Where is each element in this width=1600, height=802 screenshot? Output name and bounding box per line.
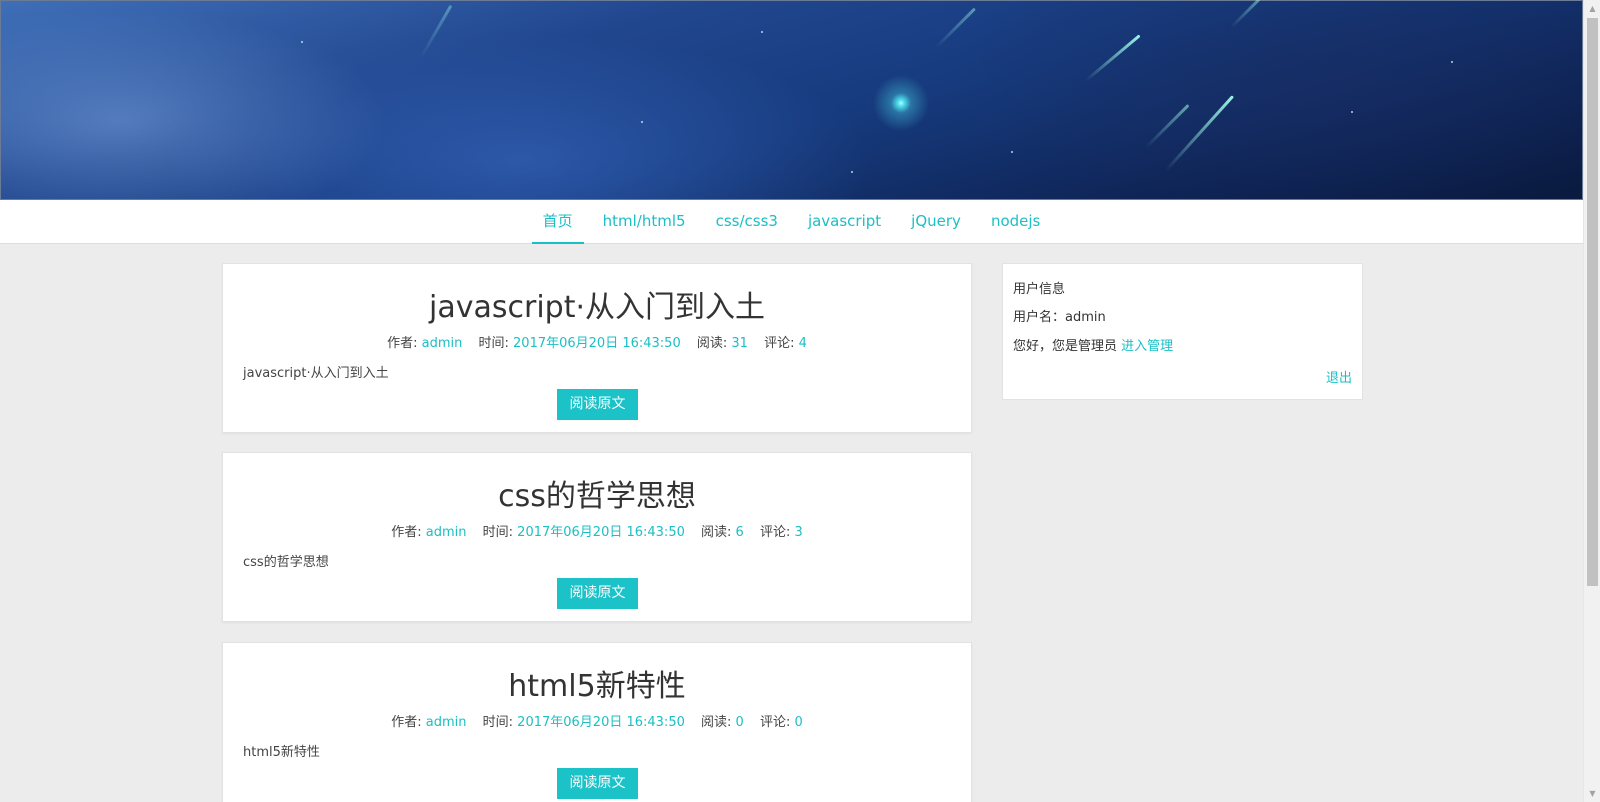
article-summary: css的哲学思想 <box>243 555 329 570</box>
time-value: 2017年06月20日 16:43:50 <box>517 525 685 540</box>
author-label: 作者: <box>391 525 422 540</box>
reads-value: 31 <box>731 336 748 351</box>
scroll-down-icon[interactable]: ▼ <box>1584 785 1600 802</box>
scroll-thumb[interactable] <box>1587 18 1598 586</box>
nav-item-nodejs[interactable]: nodejs <box>980 200 1051 244</box>
reads-value: 0 <box>735 715 744 730</box>
vertical-scrollbar[interactable]: ▲ ▼ <box>1583 0 1600 802</box>
main-nav: 首页 html/html5 css/css3 javascript jQuery… <box>0 200 1583 244</box>
article-card: css的哲学思想 作者: admin 时间: 2017年06月20日 16:43… <box>222 452 972 622</box>
comments-label: 评论: <box>764 336 795 351</box>
author-value: admin <box>421 336 463 351</box>
enter-admin-link[interactable]: 进入管理 <box>1121 339 1173 354</box>
author-value: admin <box>425 715 467 730</box>
article-title[interactable]: javascript·从入门到入土 <box>223 282 971 326</box>
article-title[interactable]: css的哲学思想 <box>223 471 971 515</box>
article-summary: javascript·从入门到入土 <box>243 366 389 381</box>
username-value: admin <box>1065 310 1106 325</box>
user-info-heading: 用户信息 <box>1013 282 1066 297</box>
nav-items: 首页 html/html5 css/css3 javascript jQuery… <box>0 200 1583 244</box>
time-value: 2017年06月20日 16:43:50 <box>513 336 681 351</box>
article-card: html5新特性 作者: admin 时间: 2017年06月20日 16:43… <box>222 642 972 802</box>
user-info-panel: 用户信息 用户名：admin 您好，您是管理员 进入管理 退出 <box>1002 263 1363 400</box>
author-label: 作者: <box>387 336 418 351</box>
nav-item-javascript[interactable]: javascript <box>797 200 892 244</box>
time-label: 时间: <box>482 525 514 540</box>
nav-item-css[interactable]: css/css3 <box>705 200 789 244</box>
scroll-up-icon[interactable]: ▲ <box>1584 0 1600 17</box>
page: 首页 html/html5 css/css3 javascript jQuery… <box>0 0 1583 802</box>
article-meta: 作者: admin 时间: 2017年06月20日 16:43:50 阅读: 3… <box>223 332 971 351</box>
header-banner-image <box>0 0 1583 200</box>
read-more-button[interactable]: 阅读原文 <box>557 768 638 799</box>
reads-label: 阅读: <box>701 525 732 540</box>
article-card: javascript·从入门到入土 作者: admin 时间: 2017年06月… <box>222 263 972 433</box>
admin-greeting: 您好，您是管理员 <box>1013 339 1118 354</box>
comments-value: 0 <box>794 715 803 730</box>
author-label: 作者: <box>391 715 422 730</box>
reads-label: 阅读: <box>696 336 728 351</box>
author-value: admin <box>425 525 467 540</box>
time-label: 时间: <box>478 336 509 351</box>
username-label: 用户名： <box>1013 310 1066 325</box>
time-value: 2017年06月20日 16:43:50 <box>517 715 685 730</box>
read-more-button[interactable]: 阅读原文 <box>557 389 638 420</box>
article-title[interactable]: html5新特性 <box>223 661 971 705</box>
nav-item-jquery[interactable]: jQuery <box>900 200 972 244</box>
logout-link[interactable]: 退出 <box>1326 367 1352 386</box>
time-label: 时间: <box>482 715 514 730</box>
username-line: 用户名：admin <box>1013 306 1106 325</box>
nav-item-home[interactable]: 首页 <box>531 200 584 244</box>
reads-value: 6 <box>735 525 744 540</box>
reads-label: 阅读: <box>701 715 732 730</box>
read-more-button[interactable]: 阅读原文 <box>557 578 638 609</box>
comments-label: 评论: <box>759 715 791 730</box>
comments-label: 评论: <box>759 525 791 540</box>
nav-item-html[interactable]: html/html5 <box>592 200 697 244</box>
article-summary: html5新特性 <box>243 745 320 760</box>
comments-value: 4 <box>798 336 807 351</box>
comments-value: 3 <box>794 525 803 540</box>
article-meta: 作者: admin 时间: 2017年06月20日 16:43:50 阅读: 0… <box>223 711 971 730</box>
article-meta: 作者: admin 时间: 2017年06月20日 16:43:50 阅读: 6… <box>223 521 971 540</box>
admin-greeting-line: 您好，您是管理员 进入管理 <box>1013 335 1173 354</box>
